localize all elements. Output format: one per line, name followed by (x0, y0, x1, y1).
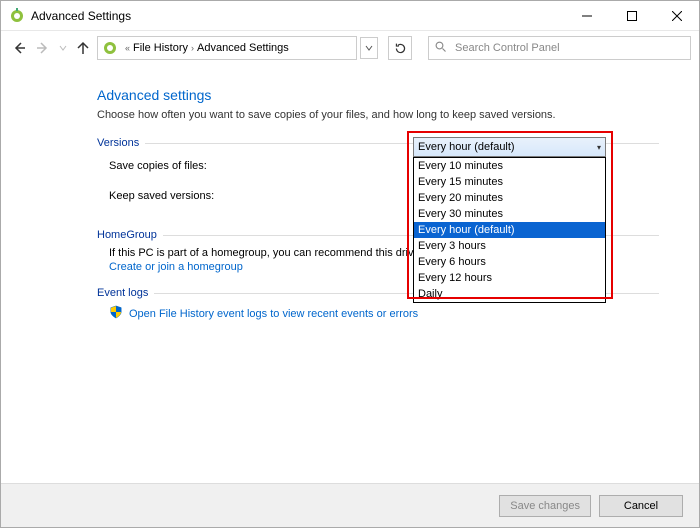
window-title: Advanced Settings (31, 9, 131, 23)
control-panel-icon (9, 8, 25, 24)
folder-icon (102, 40, 118, 56)
page-description: Choose how often you want to save copies… (97, 109, 659, 121)
chevron-down-icon: ▾ (597, 143, 601, 152)
search-placeholder: Search Control Panel (455, 42, 560, 54)
nav-row: « File History › Advanced Settings Searc… (1, 31, 699, 67)
section-eventlogs-label: Event logs (97, 287, 148, 299)
up-button[interactable] (73, 38, 93, 58)
minimize-button[interactable] (564, 1, 609, 31)
save-copies-label: Save copies of files: (109, 160, 389, 172)
breadcrumb-current[interactable]: Advanced Settings (197, 42, 289, 54)
address-dropdown-button[interactable] (360, 37, 378, 59)
close-button[interactable] (654, 1, 699, 31)
titlebar: Advanced Settings (1, 1, 699, 31)
dropdown-option-selected[interactable]: Every hour (default) (414, 222, 605, 238)
shield-icon (109, 305, 123, 322)
homegroup-link[interactable]: Create or join a homegroup (109, 261, 243, 273)
recent-dropdown-button[interactable] (57, 38, 69, 58)
search-input[interactable]: Search Control Panel (428, 36, 691, 60)
save-frequency-dropdown: Every 10 minutes Every 15 minutes Every … (413, 157, 606, 303)
button-bar: Save changes Cancel (1, 483, 699, 527)
back-button[interactable] (9, 38, 29, 58)
save-changes-button[interactable]: Save changes (499, 495, 591, 517)
maximize-button[interactable] (609, 1, 654, 31)
forward-button (33, 38, 53, 58)
dropdown-option[interactable]: Every 20 minutes (414, 190, 605, 206)
cancel-button[interactable]: Cancel (599, 495, 683, 517)
address-bar[interactable]: « File History › Advanced Settings (97, 36, 357, 60)
dropdown-option[interactable]: Every 10 minutes (414, 158, 605, 174)
dropdown-option[interactable]: Every 30 minutes (414, 206, 605, 222)
dropdown-option[interactable]: Every 3 hours (414, 238, 605, 254)
dropdown-option[interactable]: Daily (414, 286, 605, 302)
combo-selected-value: Every hour (default) (418, 141, 597, 153)
search-icon (435, 41, 447, 56)
eventlogs-link[interactable]: Open File History event logs to view rec… (129, 308, 418, 320)
window: Advanced Settings « File (0, 0, 700, 528)
section-homegroup-label: HomeGroup (97, 229, 157, 241)
keep-versions-label: Keep saved versions: (109, 190, 389, 202)
dropdown-option[interactable]: Every 6 hours (414, 254, 605, 270)
save-frequency-combo[interactable]: Every hour (default) ▾ (413, 137, 606, 157)
chevron-left-icon: « (122, 43, 133, 53)
page-title: Advanced settings (97, 87, 659, 103)
section-versions-label: Versions (97, 137, 139, 149)
refresh-button[interactable] (388, 36, 412, 60)
chevron-right-icon: › (188, 43, 197, 53)
dropdown-option[interactable]: Every 15 minutes (414, 174, 605, 190)
breadcrumb-parent[interactable]: File History (133, 42, 188, 54)
dropdown-option[interactable]: Every 12 hours (414, 270, 605, 286)
